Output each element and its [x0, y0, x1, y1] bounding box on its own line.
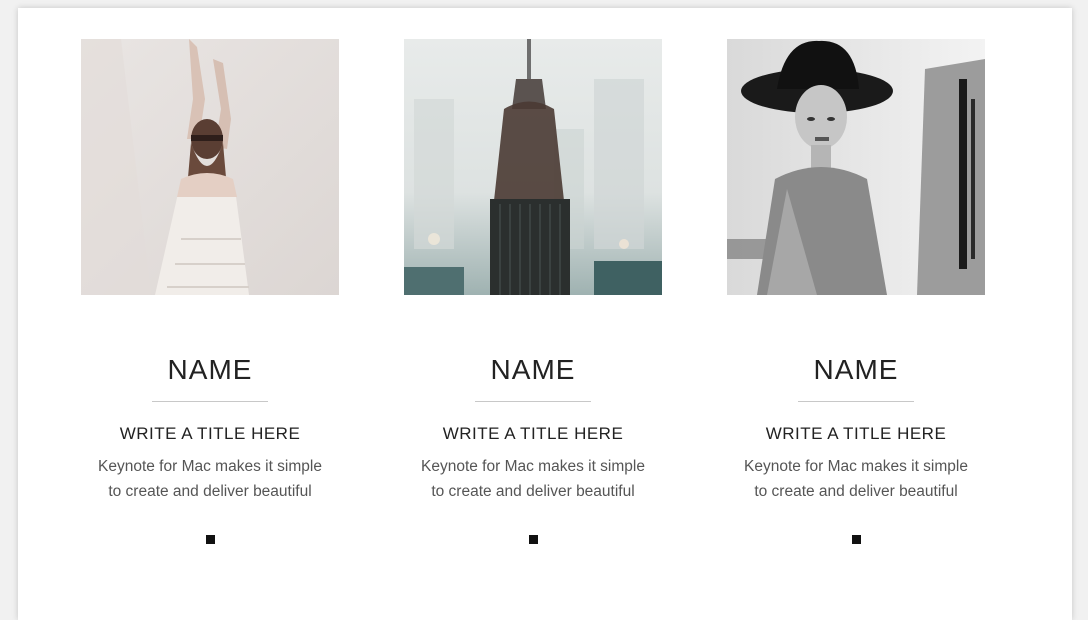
team-card-1: NAME WRITE A TITLE HERE Keynote for Mac …: [81, 8, 339, 620]
member-name: NAME: [167, 354, 253, 385]
name-divider: [475, 401, 591, 402]
member-title: WRITE A TITLE HERE: [765, 424, 947, 443]
description-line-2: to create and deliver beautiful: [754, 483, 958, 500]
member-name: NAME: [813, 354, 899, 385]
square-bullet-icon: [206, 535, 215, 544]
description-line-2: to create and deliver beautiful: [108, 483, 312, 500]
woman-arms-raised-photo: [81, 39, 339, 295]
city-skyline-double-exposure-photo: [404, 39, 662, 295]
name-divider: [798, 401, 914, 402]
description-line-2: to create and deliver beautiful: [431, 483, 635, 500]
name-divider: [152, 401, 268, 402]
team-card-2: NAME WRITE A TITLE HERE Keynote for Mac …: [404, 8, 662, 620]
member-title: WRITE A TITLE HERE: [442, 424, 624, 443]
member-description: Keynote for Mac makes it simple to creat…: [721, 454, 991, 504]
square-bullet-icon: [852, 535, 861, 544]
woman-with-hat-photo: [727, 39, 985, 295]
member-description: Keynote for Mac makes it simple to creat…: [398, 454, 668, 504]
description-line-1: Keynote for Mac makes it simple: [744, 458, 968, 475]
square-bullet-icon: [529, 535, 538, 544]
member-description: Keynote for Mac makes it simple to creat…: [75, 454, 345, 504]
description-line-1: Keynote for Mac makes it simple: [98, 458, 322, 475]
member-title: WRITE A TITLE HERE: [119, 424, 301, 443]
description-line-1: Keynote for Mac makes it simple: [421, 458, 645, 475]
slide-canvas: NAME WRITE A TITLE HERE Keynote for Mac …: [18, 8, 1072, 620]
member-name: NAME: [490, 354, 576, 385]
team-card-3: NAME WRITE A TITLE HERE Keynote for Mac …: [727, 8, 985, 620]
